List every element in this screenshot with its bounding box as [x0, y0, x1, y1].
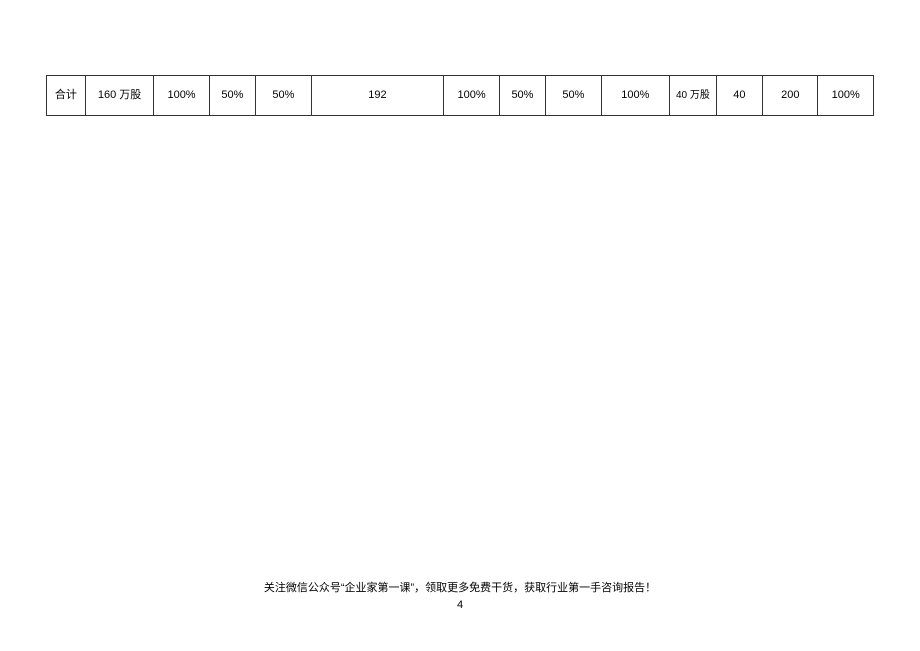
cell-value: 50% — [209, 76, 255, 116]
cell-value: 192 — [311, 76, 444, 116]
cell-value: 200 — [763, 76, 818, 116]
cell-value: 50% — [256, 76, 311, 116]
cell-value: 40 万股 — [670, 76, 716, 116]
page-footer: 关注微信公众号“企业家第一课”，领取更多免费干货，获取行业第一手咨询报告！ 4 — [0, 579, 920, 611]
table-row: 合计 160 万股 100% 50% 50% 192 100% 50% 50% … — [47, 76, 874, 116]
cell-value: 100% — [154, 76, 209, 116]
cell-value: 50% — [499, 76, 545, 116]
summary-table: 合计 160 万股 100% 50% 50% 192 100% 50% 50% … — [46, 75, 874, 116]
page-number: 4 — [0, 599, 920, 611]
cell-value: 100% — [818, 76, 874, 116]
cell-value: 50% — [546, 76, 601, 116]
cell-value: 160 万股 — [85, 76, 154, 116]
table-container: 合计 160 万股 100% 50% 50% 192 100% 50% 50% … — [46, 75, 874, 116]
cell-value: 100% — [601, 76, 670, 116]
cell-value: 40 — [716, 76, 762, 116]
cell-label: 合计 — [47, 76, 86, 116]
footer-text: 关注微信公众号“企业家第一课”，领取更多免费干货，获取行业第一手咨询报告！ — [0, 579, 920, 595]
cell-value: 100% — [444, 76, 499, 116]
